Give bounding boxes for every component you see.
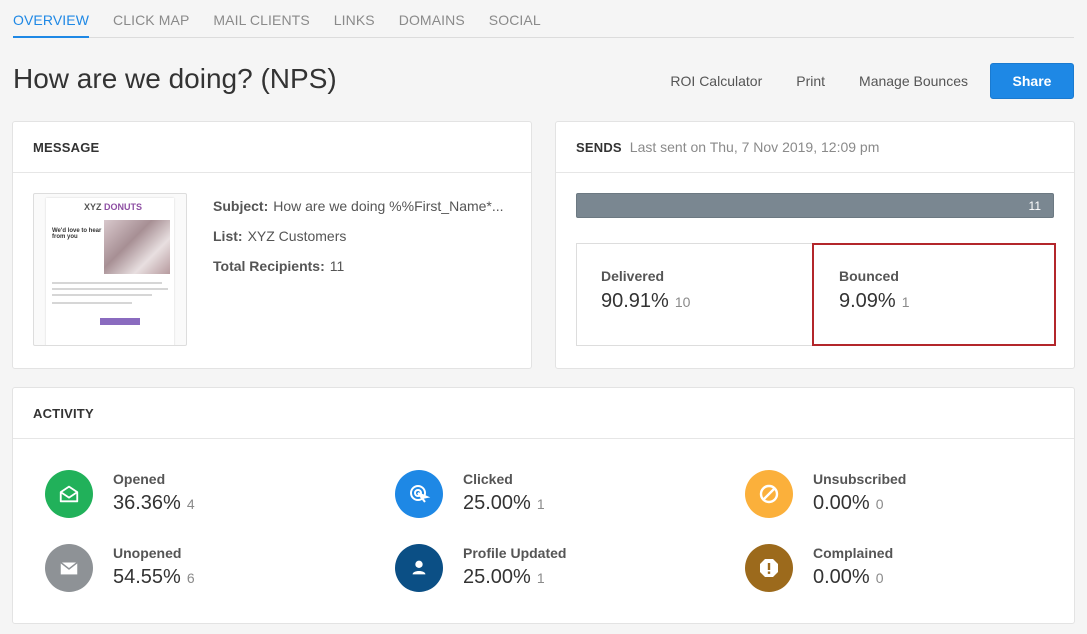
- thumbnail-logo-prefix: XYZ: [84, 202, 102, 212]
- message-card-title: MESSAGE: [33, 139, 100, 155]
- manage-bounces-button[interactable]: Manage Bounces: [859, 73, 968, 89]
- delivered-value: 90.91% 10: [601, 290, 812, 313]
- unopened-label: Unopened: [113, 545, 182, 561]
- activity-clicked[interactable]: Clicked 25.00% 1: [395, 470, 545, 518]
- opened-percent: 36.36%: [113, 492, 181, 514]
- bounced-count: 1: [901, 294, 910, 310]
- email-thumbnail[interactable]: XYZ DONUTS We'd love to hear from you: [33, 193, 187, 346]
- complained-count: 0: [875, 570, 884, 586]
- sends-progress-bar: 11: [576, 193, 1054, 218]
- thumbnail-hero-image: [104, 220, 170, 274]
- share-button[interactable]: Share: [990, 63, 1074, 99]
- tab-social[interactable]: SOCIAL: [489, 0, 541, 38]
- complained-label: Complained: [813, 545, 894, 561]
- profile-updated-label: Profile Updated: [463, 545, 567, 561]
- clicked-percent: 25.00%: [463, 492, 531, 514]
- tab-click-map[interactable]: CLICK MAP: [113, 0, 189, 38]
- cursor-click-icon: [395, 470, 443, 518]
- activity-unopened[interactable]: Unopened 54.55% 6: [45, 544, 195, 592]
- subject-label: Subject:: [213, 198, 269, 214]
- complained-percent: 0.00%: [813, 566, 870, 588]
- last-sent-text: Last sent on Thu, 7 Nov 2019, 12:09 pm: [629, 139, 880, 155]
- envelope-closed-icon: [45, 544, 93, 592]
- message-card: MESSAGE XYZ DONUTS We'd love to hear fro…: [12, 121, 532, 369]
- person-icon: [395, 544, 443, 592]
- report-tabs: OVERVIEW CLICK MAP MAIL CLIENTS LINKS DO…: [13, 0, 1074, 38]
- message-card-header: MESSAGE: [13, 122, 531, 173]
- activity-complained[interactable]: Complained 0.00% 0: [745, 544, 893, 592]
- bounced-value: 9.09% 1: [839, 290, 1054, 313]
- block-icon: [745, 470, 793, 518]
- delivered-stat[interactable]: Delivered 90.91% 10: [576, 243, 813, 346]
- thumbnail-logo-brand: DONUTS: [104, 202, 143, 212]
- tab-domains[interactable]: DOMAINS: [399, 0, 465, 38]
- activity-card-header: ACTIVITY: [13, 388, 1074, 439]
- print-button[interactable]: Print: [796, 73, 825, 89]
- bounced-label: Bounced: [839, 268, 899, 284]
- list-label: List:: [213, 228, 243, 244]
- activity-unsubscribed[interactable]: Unsubscribed 0.00% 0: [745, 470, 906, 518]
- thumbnail-headline: We'd love to hear from you: [52, 228, 102, 240]
- tab-mail-clients[interactable]: MAIL CLIENTS: [213, 0, 309, 38]
- thumbnail-text-line: [52, 282, 162, 284]
- sends-bar-count: 11: [1028, 199, 1041, 213]
- thumbnail-text-line: [52, 288, 168, 290]
- message-details: Subject: How are we doing %%First_Name*..…: [213, 198, 518, 288]
- thumbnail-cta: [100, 318, 140, 325]
- sends-card: SENDS Last sent on Thu, 7 Nov 2019, 12:0…: [555, 121, 1075, 369]
- unsubscribed-percent: 0.00%: [813, 492, 870, 514]
- thumbnail-text-line: [52, 294, 152, 296]
- activity-card: ACTIVITY Opened 36.36% 4 Clicked 25.00% 1 …: [12, 387, 1075, 624]
- activity-profile-updated[interactable]: Profile Updated 25.00% 1: [395, 544, 566, 592]
- sends-card-title: SENDS: [576, 139, 622, 155]
- envelope-open-icon: [45, 470, 93, 518]
- opened-label: Opened: [113, 471, 166, 487]
- thumbnail-text-line: [52, 302, 132, 304]
- recipients-label: Total Recipients:: [213, 258, 325, 274]
- page-title: How are we doing? (NPS): [13, 63, 337, 94]
- profile-updated-percent: 25.00%: [463, 566, 531, 588]
- unopened-percent: 54.55%: [113, 566, 181, 588]
- header-actions: ROI Calculator Print Manage Bounces Shar…: [636, 63, 1074, 99]
- bounced-stat[interactable]: Bounced 9.09% 1: [812, 243, 1056, 346]
- sends-card-header: SENDS Last sent on Thu, 7 Nov 2019, 12:0…: [556, 122, 1074, 173]
- email-thumbnail-page: XYZ DONUTS We'd love to hear from you: [46, 198, 174, 345]
- recipients-row: Total Recipients: 11: [213, 258, 518, 274]
- clicked-count: 1: [536, 496, 545, 512]
- activity-opened[interactable]: Opened 36.36% 4: [45, 470, 195, 518]
- unsubscribed-label: Unsubscribed: [813, 471, 907, 487]
- subject-row: Subject: How are we doing %%First_Name*..…: [213, 198, 518, 214]
- unopened-count: 6: [186, 570, 195, 586]
- recipients-value: 11: [329, 258, 345, 274]
- activity-card-title: ACTIVITY: [33, 405, 94, 421]
- unsubscribed-count: 0: [875, 496, 884, 512]
- delivered-count: 10: [674, 294, 691, 310]
- tab-overview[interactable]: OVERVIEW: [13, 0, 90, 38]
- delivered-label: Delivered: [601, 268, 665, 284]
- tab-links[interactable]: LINKS: [334, 0, 375, 38]
- thumbnail-logo: XYZ DONUTS: [84, 202, 142, 212]
- profile-updated-count: 1: [536, 570, 545, 586]
- clicked-label: Clicked: [463, 471, 513, 487]
- list-value: XYZ Customers: [247, 228, 347, 244]
- subject-value: How are we doing %%First_Name*...: [273, 198, 504, 214]
- exclamation-icon: [745, 544, 793, 592]
- delivered-percent: 90.91%: [601, 290, 669, 312]
- opened-count: 4: [186, 496, 195, 512]
- roi-calculator-button[interactable]: ROI Calculator: [670, 73, 762, 89]
- bounced-percent: 9.09%: [839, 290, 896, 312]
- list-row: List: XYZ Customers: [213, 228, 518, 244]
